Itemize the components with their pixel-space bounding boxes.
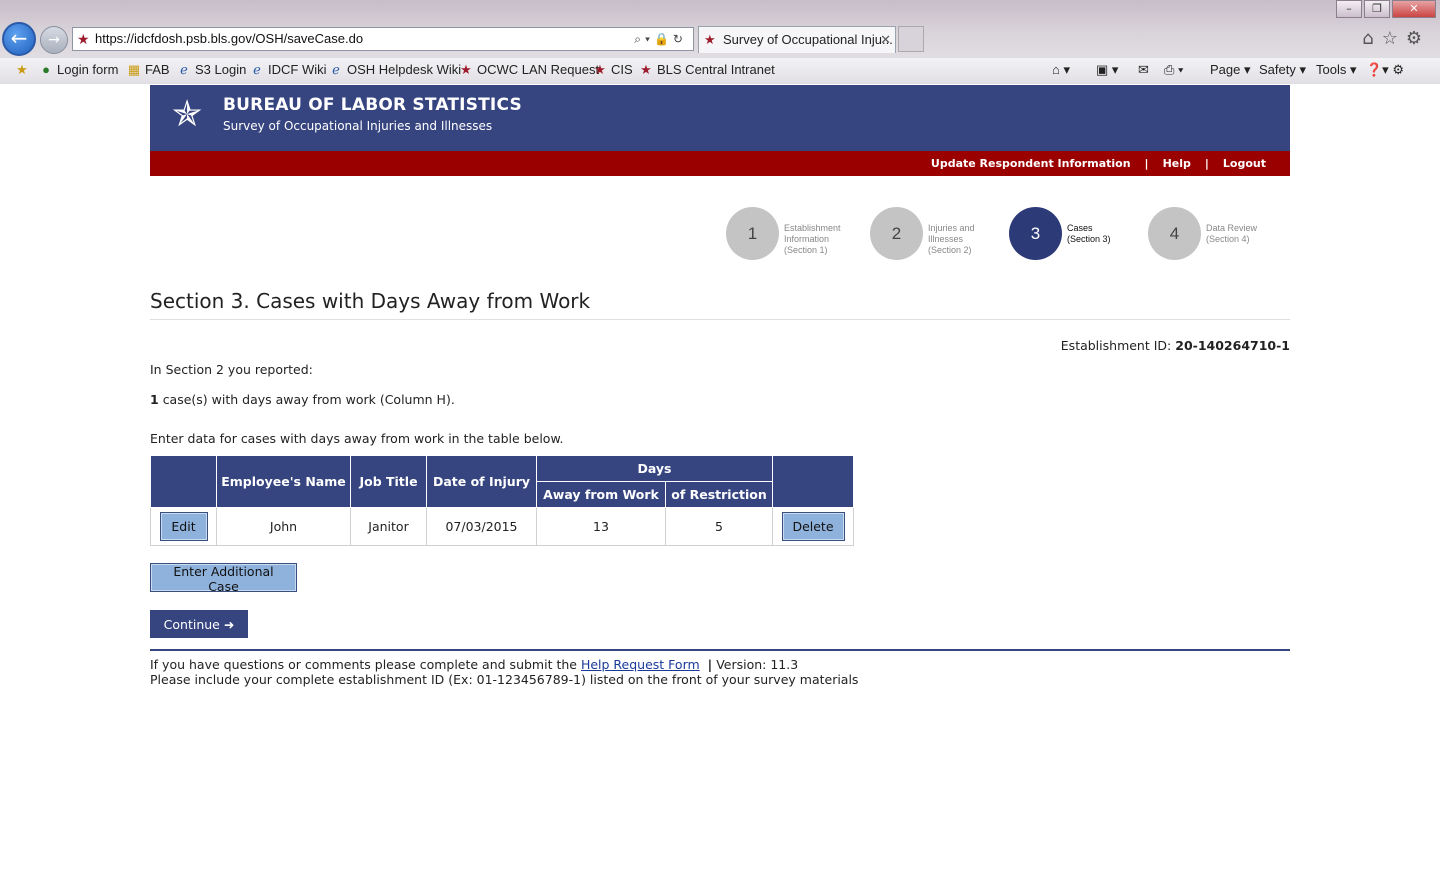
bls-banner: ✯ BUREAU OF LABOR STATISTICS Survey of O… — [150, 85, 1290, 151]
tab-close-icon[interactable]: ✕ — [880, 27, 891, 53]
site-star-icon: ★ — [77, 31, 90, 47]
cell-job: Janitor — [350, 507, 427, 546]
footer: If you have questions or comments please… — [150, 657, 1290, 687]
tools-menu[interactable]: Tools ▾ — [1316, 62, 1357, 78]
close-window-button[interactable]: ✕ — [1392, 0, 1436, 18]
home-icon[interactable]: ⌂ ▾ — [1052, 62, 1070, 78]
favorites-bar: ★ ● Login form ▦ FAB ℯ S3 Login ℯ IDCF Wiki … — [0, 58, 1440, 84]
edit-button[interactable]: Edit — [159, 512, 208, 541]
fav-s3-login[interactable]: ℯ S3 Login — [176, 62, 246, 78]
fav-login-form[interactable]: ● Login form — [38, 62, 118, 77]
address-tools-icons[interactable]: ⌕▾🔒↻ — [634, 28, 687, 50]
url-text: https://idcfdosh.psb.bls.gov/OSH/saveCas… — [95, 31, 364, 46]
help-request-form-link[interactable]: Help Request Form — [581, 657, 700, 672]
page-menu[interactable]: Page ▾ — [1210, 62, 1251, 78]
header-date-of-injury: Date of Injury — [426, 455, 537, 508]
header-away-from-work: Away from Work — [536, 481, 666, 508]
address-bar[interactable]: ★ https://idcfdosh.psb.bls.gov/OSH/saveC… — [72, 27, 694, 51]
fav-cis[interactable]: ★ CIS — [592, 62, 633, 78]
header-days: Days — [536, 455, 773, 482]
page-content: ✯ BUREAU OF LABOR STATISTICS Survey of O… — [150, 85, 1290, 687]
fav-fab[interactable]: ▦ FAB — [126, 62, 170, 78]
tab-star-icon: ★ — [704, 32, 716, 47]
footer-note: Please include your complete establishme… — [150, 672, 859, 687]
update-respondent-link[interactable]: Update Respondent Information — [931, 157, 1131, 170]
fav-bls-central-intranet[interactable]: ★ BLS Central Intranet — [638, 62, 775, 78]
bls-star-logo-icon: ✯ — [172, 94, 203, 135]
header-job-title: Job Title — [350, 455, 427, 508]
browser-toolbar-icons[interactable]: ⌂☆⚙ — [1362, 28, 1430, 49]
continue-button[interactable]: Continue ➜ — [150, 610, 248, 638]
cell-restriction: 5 — [665, 507, 773, 546]
help-icon[interactable]: ❓▾ ⚙ — [1366, 62, 1404, 78]
bls-star-icon: ★ — [460, 62, 472, 77]
feeds-icon[interactable]: ▣ ▾ — [1096, 62, 1118, 78]
delete-button[interactable]: Delete — [781, 512, 845, 541]
table-row: Edit John Janitor 07/03/2015 13 5 Delete — [150, 507, 854, 546]
banner-title: BUREAU OF LABOR STATISTICS — [223, 95, 522, 115]
folder-icon: ▦ — [127, 62, 141, 77]
new-tab-button[interactable] — [898, 26, 924, 52]
instruction-text: Enter data for cases with days away from… — [150, 431, 564, 446]
safety-menu[interactable]: Safety ▾ — [1259, 62, 1306, 78]
minimize-button[interactable]: – — [1336, 0, 1362, 18]
mail-icon[interactable]: ✉ — [1138, 62, 1149, 78]
header-employee-name: Employee's Name — [216, 455, 351, 508]
cell-away: 13 — [536, 507, 666, 546]
fav-osh-helpdesk-wiki[interactable]: ℯ OSH Helpdesk Wiki — [328, 62, 461, 78]
window-controls: – ❐ ✕ — [1334, 0, 1436, 18]
header-delete-col — [772, 455, 854, 508]
logout-link[interactable]: Logout — [1223, 157, 1266, 170]
progress-steps: 1 Establishment Information (Section 1) 2 … — [150, 176, 1290, 286]
forward-button[interactable]: → — [40, 26, 68, 54]
cell-name: John — [216, 507, 351, 546]
enter-additional-case-button[interactable]: Enter Additional Case — [150, 563, 297, 594]
header-of-restriction: of Restriction — [665, 481, 773, 508]
intro-text: In Section 2 you reported: — [150, 362, 313, 377]
top-nav: Update Respondent Information | Help | Logou… — [150, 151, 1290, 176]
ie-page-icon: ℯ — [332, 62, 340, 77]
establishment-id: Establishment ID: 20-140264710-1 — [1060, 338, 1290, 353]
ie-page-icon: ℯ — [253, 62, 261, 77]
back-button[interactable]: ← — [2, 22, 36, 56]
help-link[interactable]: Help — [1163, 157, 1191, 170]
print-icon[interactable]: ⎙ ▾ — [1164, 62, 1183, 78]
fav-ocwc-lan-request[interactable]: ★ OCWC LAN Request — [458, 62, 599, 78]
section-title: Section 3. Cases with Days Away from Wor… — [150, 286, 1290, 320]
cell-date: 07/03/2015 — [426, 507, 537, 546]
restore-button[interactable]: ❐ — [1364, 0, 1390, 18]
banner-subtitle: Survey of Occupational Injuries and Illn… — [223, 119, 493, 133]
cases-table: Employee's Name Job Title Date of Injury… — [150, 455, 854, 546]
header-edit-col — [150, 455, 217, 508]
case-count-text: 1 case(s) with days away from work (Colu… — [150, 392, 455, 407]
bls-star-icon: ★ — [594, 62, 606, 77]
ie-page-icon: ℯ — [180, 62, 188, 77]
favorites-star-icon[interactable]: ★ — [14, 62, 33, 78]
fav-idcf-wiki[interactable]: ℯ IDCF Wiki — [249, 62, 326, 78]
bls-star-icon: ★ — [640, 62, 652, 77]
arrow-right-icon: ➜ — [223, 616, 235, 632]
globe-icon: ● — [42, 62, 50, 77]
footer-divider — [150, 649, 1290, 651]
tab-title: Survey of Occupational Inju... — [723, 32, 893, 47]
browser-tab-active[interactable]: ★ Survey of Occupational Inju... ✕ — [698, 26, 896, 53]
